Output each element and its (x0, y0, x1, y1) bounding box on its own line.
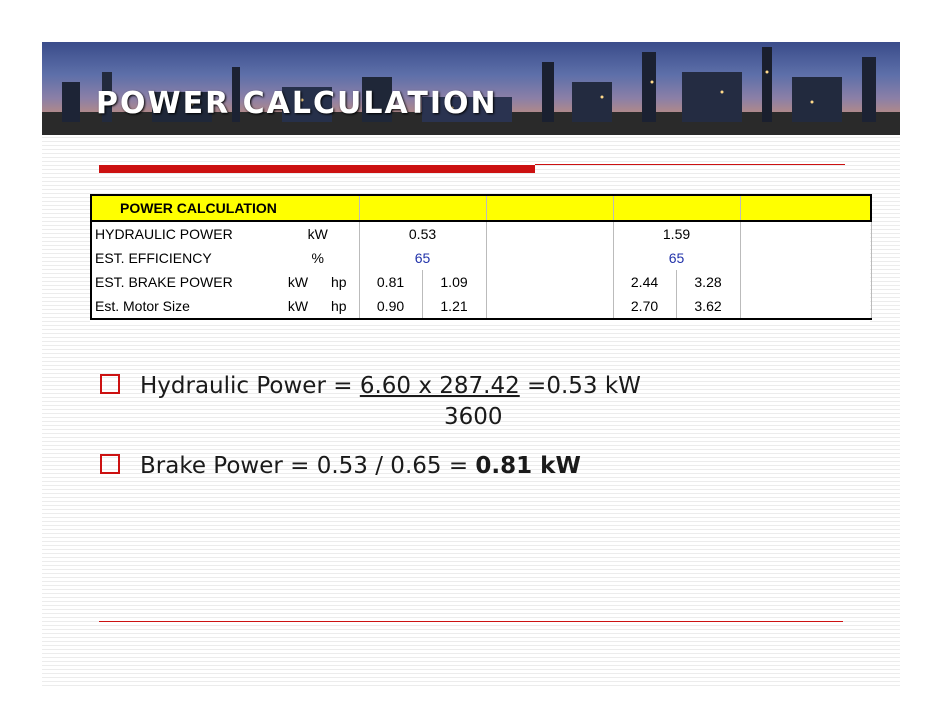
row-empty (485, 221, 614, 246)
list-item: Brake Power = 0.53 / 0.65 = 0.81 kW (100, 446, 641, 486)
table-row: Est. Motor Size kW hp 0.90 1.21 2.70 3.6… (90, 294, 872, 320)
row-value: 1.21 (421, 294, 487, 320)
row-value: 65 (612, 246, 741, 270)
header-banner: POWER CALCULATION (42, 42, 900, 135)
slide: POWER CALCULATION (42, 42, 900, 688)
red-accent-bar (99, 165, 535, 173)
row-unit: hp (319, 294, 360, 320)
row-value: 0.81 (358, 270, 423, 294)
formula-numerator: 6.60 x 287.42 (359, 373, 520, 399)
row-unit: % (311, 250, 324, 266)
row-empty (739, 294, 872, 320)
row-value: 2.70 (612, 294, 677, 320)
bullet-text: Hydraulic Power = (140, 373, 360, 399)
table-header-cell (739, 194, 873, 222)
table-header-cell (358, 194, 487, 222)
table-row: HYDRAULIC POWER kW 0.53 1.59 (90, 221, 872, 246)
table-row: EST. EFFICIENCY % 65 65 (90, 246, 872, 270)
list-item: Hydraulic Power = 6.60 x 287.42 =0.53 kW (100, 366, 641, 406)
row-value: 3.62 (675, 294, 741, 320)
formula-denominator: 3600 (444, 404, 503, 430)
bullet-text: =0.53 kW (519, 373, 641, 399)
row-unit: kW (307, 226, 328, 242)
table-header-cell (485, 194, 614, 222)
table-row: EST. BRAKE POWER kW hp 0.81 1.09 2.44 3.… (90, 270, 872, 294)
row-unit: hp (330, 274, 347, 290)
row-unit: kW (287, 274, 309, 290)
row-unit: kW (277, 294, 319, 320)
row-value: 1.59 (612, 221, 741, 246)
red-divider-line (535, 164, 845, 165)
footer-divider-line (99, 621, 843, 622)
row-empty (739, 221, 872, 246)
row-empty (739, 246, 872, 270)
row-empty (485, 246, 614, 270)
row-value: 65 (358, 246, 487, 270)
table-header-cell (612, 194, 741, 222)
row-value: 2.44 (612, 270, 677, 294)
table-header-row: POWER CALCULATION (89, 194, 873, 222)
power-calculation-table: POWER CALCULATION HYDRAULIC POWER kW 0.5… (89, 194, 873, 322)
row-empty (485, 270, 614, 294)
page-title: POWER CALCULATION (96, 86, 498, 121)
row-value: 3.28 (675, 270, 741, 294)
bullet-text: Brake Power = 0.53 / 0.65 = (140, 453, 476, 479)
formula-spacer (100, 406, 641, 446)
row-value: 1.09 (421, 270, 487, 294)
row-value: 0.90 (358, 294, 423, 320)
row-empty (739, 270, 872, 294)
row-label: EST. EFFICIENCY (90, 246, 277, 270)
row-label: HYDRAULIC POWER (90, 221, 277, 246)
row-empty (485, 294, 614, 320)
row-label: EST. BRAKE POWER (90, 270, 277, 294)
bullet-list: Hydraulic Power = 6.60 x 287.42 =0.53 kW… (100, 366, 641, 486)
row-value: 0.53 (358, 221, 487, 246)
square-bullet-icon (100, 373, 120, 394)
table-header-label: POWER CALCULATION (89, 194, 360, 222)
row-label: Est. Motor Size (90, 294, 277, 320)
square-bullet-icon (100, 453, 120, 474)
bullet-result: 0.81 kW (475, 453, 581, 479)
